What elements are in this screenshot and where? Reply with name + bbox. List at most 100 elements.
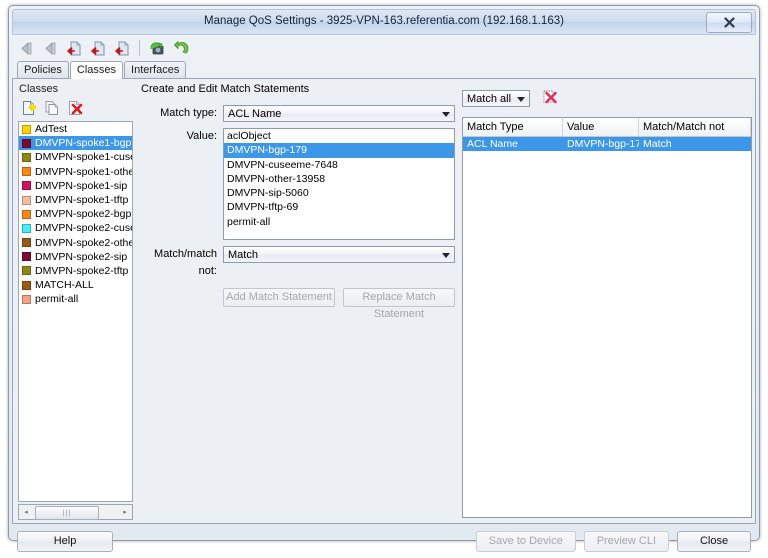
class-color-swatch — [22, 152, 31, 162]
class-color-swatch — [22, 280, 31, 290]
classes-horizontal-scrollbar[interactable]: ◂ ||| ▸ — [18, 504, 133, 520]
close-icon — [723, 17, 735, 28]
copy-class-icon[interactable] — [43, 99, 61, 117]
list-item[interactable]: DMVPN-spoke2-cusee — [19, 221, 132, 235]
list-item[interactable]: DMVPN-tftp-69 — [224, 200, 454, 214]
class-color-swatch — [22, 195, 31, 205]
class-color-swatch — [22, 209, 31, 219]
save-to-device-button[interactable]: Save to Device — [475, 530, 576, 552]
list-item[interactable]: DMVPN-other-13958 — [224, 172, 454, 186]
undo-icon[interactable] — [170, 37, 192, 59]
match-mode-select[interactable]: Match all — [462, 90, 530, 107]
import-policy-icon[interactable] — [63, 37, 85, 59]
scrollbar-thumb[interactable]: ||| — [35, 506, 99, 520]
delete-match-icon[interactable] — [542, 89, 558, 108]
cell-value: DMVPN-bgp-179 — [567, 138, 639, 150]
scrollbar-track[interactable]: ||| — [33, 505, 118, 520]
class-label: DMVPN-spoke1-cusee — [35, 151, 133, 164]
match-not-label: Match/match not: — [154, 248, 217, 277]
class-color-swatch — [22, 238, 31, 248]
class-color-swatch — [22, 266, 31, 276]
toolbar-separator — [139, 40, 140, 56]
refresh-device-icon[interactable] — [146, 37, 168, 59]
preview-cli-button[interactable]: Preview CLI — [583, 530, 669, 552]
scroll-right-arrow-icon[interactable]: ▸ — [118, 505, 132, 519]
list-item[interactable]: DMVPN-spoke1-cusee — [19, 150, 132, 164]
scroll-left-arrow-icon[interactable]: ◂ — [19, 505, 33, 519]
table-header-row: Match Type Value Match/Match not — [463, 118, 751, 137]
class-label: DMVPN-spoke1-bgp — [35, 137, 132, 150]
class-label: DMVPN-spoke1-sip — [35, 179, 128, 192]
match-not-row: Match/match not: Match — [139, 246, 455, 280]
column-header-match-not[interactable]: Match/Match not — [639, 118, 751, 136]
list-item[interactable]: DMVPN-spoke2-other — [19, 236, 132, 250]
add-match-statement-button[interactable]: Add Match Statement — [223, 288, 335, 307]
class-label: DMVPN-spoke2-bgp — [35, 208, 132, 221]
tab-interfaces[interactable]: Interfaces — [124, 61, 187, 78]
list-item[interactable]: AdTest — [19, 122, 132, 136]
dialog-footer: Help Save to Device Preview CLI Close — [12, 524, 756, 558]
class-color-swatch — [22, 223, 31, 233]
match-type-value: ACL Name — [228, 108, 282, 120]
match-type-label: Match type: — [160, 107, 217, 119]
list-item[interactable]: DMVPN-spoke2-tftp — [19, 264, 132, 278]
class-label: DMVPN-spoke1-other — [35, 165, 133, 178]
export-policy-icon[interactable] — [87, 37, 109, 59]
match-type-select[interactable]: ACL Name — [223, 105, 455, 122]
apply-policy-icon[interactable] — [111, 37, 133, 59]
list-item[interactable]: MATCH-ALL — [19, 278, 132, 292]
list-item[interactable]: permit-all — [19, 292, 132, 306]
table-body: ACL Name DMVPN-bgp-179 Match — [463, 137, 751, 151]
classes-list[interactable]: AdTest DMVPN-spoke1-bgp DMVPN-spoke1-cus… — [18, 121, 133, 502]
list-item[interactable]: DMVPN-sip-5060 — [224, 186, 454, 200]
value-row: Value: aclObject DMVPN-bgp-179 DMVPN-cus… — [139, 128, 455, 240]
classes-pane-label: Classes — [19, 83, 59, 95]
back-icon[interactable] — [15, 37, 37, 59]
replace-match-statement-button[interactable]: Replace Match Statement — [343, 288, 455, 320]
close-button[interactable]: Close — [677, 530, 751, 552]
delete-class-icon[interactable] — [66, 99, 84, 117]
class-label: AdTest — [35, 123, 68, 136]
forward-icon[interactable] — [39, 37, 61, 59]
class-label: permit-all — [35, 293, 79, 306]
chevron-down-icon — [442, 112, 450, 117]
match-editor-pane: Create and Edit Match Statements Match t… — [139, 81, 455, 520]
tab-classes[interactable]: Classes — [69, 61, 124, 79]
class-label: DMVPN-spoke2-cusee — [35, 222, 133, 235]
chevron-down-icon — [442, 253, 450, 258]
class-color-swatch — [22, 181, 31, 191]
table-row[interactable]: ACL Name DMVPN-bgp-179 Match — [463, 137, 751, 151]
section-title: Create and Edit Match Statements — [141, 83, 310, 95]
qos-settings-window: Manage QoS Settings - 3925-VPN-163.refer… — [8, 5, 760, 552]
list-item[interactable]: DMVPN-bgp-179 — [224, 143, 454, 158]
add-class-icon[interactable] — [20, 99, 38, 117]
column-header-value[interactable]: Value — [563, 118, 639, 136]
content-area: Classes AdTest DMVPN-spoke1-bgp DMVPN-sp… — [12, 79, 756, 524]
list-item[interactable]: DMVPN-spoke1-other — [19, 165, 132, 179]
list-item[interactable]: DMVPN-spoke1-sip — [19, 179, 132, 193]
window-close-button[interactable] — [706, 12, 752, 33]
match-not-select[interactable]: Match — [223, 246, 455, 263]
class-label: DMVPN-spoke2-other — [35, 236, 133, 249]
column-header-match-type[interactable]: Match Type — [463, 118, 563, 136]
list-item[interactable]: aclObject — [224, 129, 454, 143]
list-item[interactable]: DMVPN-cuseeme-7648 — [224, 158, 454, 172]
help-button[interactable]: Help — [17, 530, 113, 552]
list-item[interactable]: DMVPN-spoke2-sip — [19, 250, 132, 264]
list-item[interactable]: permit-all — [224, 215, 454, 229]
classes-pane: Classes AdTest DMVPN-spoke1-bgp DMVPN-sp… — [16, 81, 133, 520]
value-label: Value: — [186, 130, 217, 142]
classes-actions-toolbar — [16, 97, 133, 120]
list-item[interactable]: DMVPN-spoke2-bgp — [19, 207, 132, 221]
class-color-swatch — [22, 124, 31, 134]
main-toolbar — [12, 35, 756, 61]
match-list-pane: Match all Match Type Value Match/Match n… — [460, 81, 752, 520]
match-statements-table[interactable]: Match Type Value Match/Match not ACL Nam… — [462, 117, 752, 518]
class-label: DMVPN-spoke1-tftp — [35, 194, 129, 207]
title-bar: Manage QoS Settings - 3925-VPN-163.refer… — [12, 9, 756, 35]
tab-policies[interactable]: Policies — [17, 61, 69, 78]
list-item[interactable]: DMVPN-spoke1-tftp — [19, 193, 132, 207]
list-item[interactable]: DMVPN-spoke1-bgp — [19, 136, 132, 151]
match-not-value: Match — [228, 249, 258, 261]
value-list[interactable]: aclObject DMVPN-bgp-179 DMVPN-cuseeme-76… — [223, 128, 455, 240]
